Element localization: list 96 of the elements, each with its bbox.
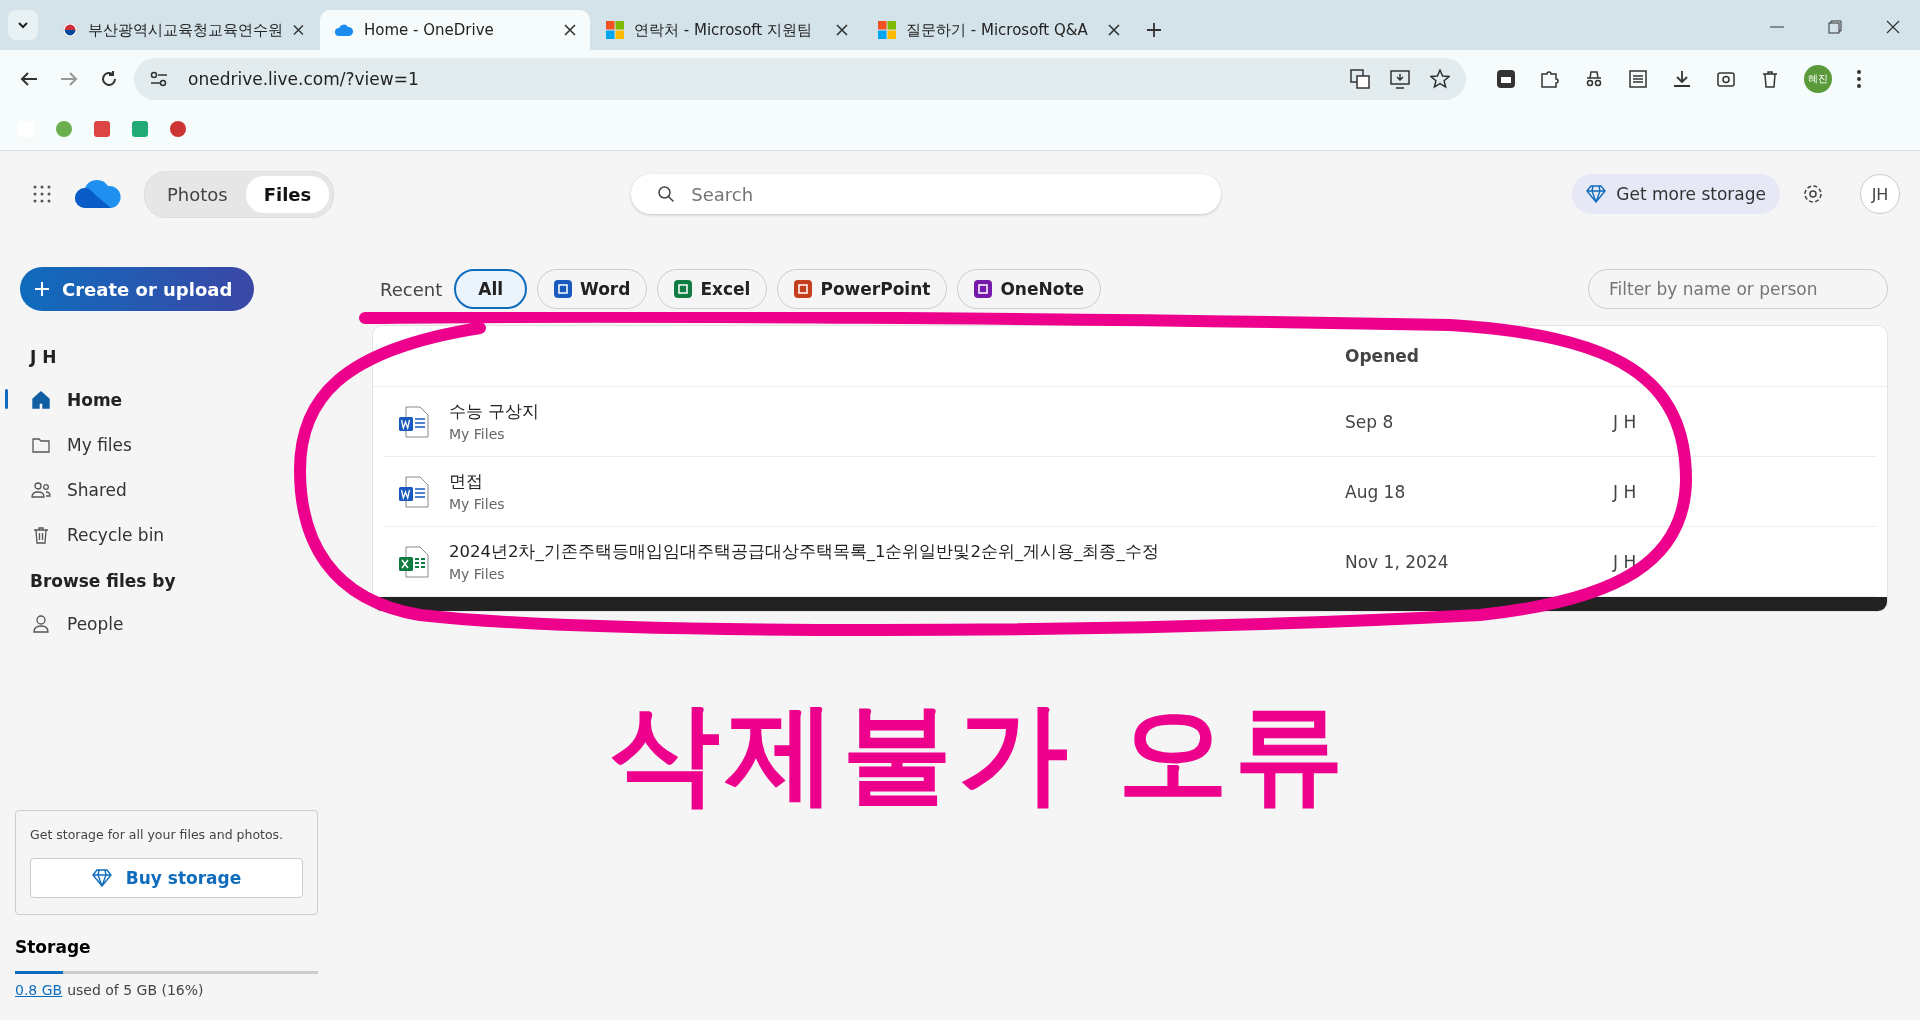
home-icon [31,389,51,410]
star-icon[interactable] [1430,69,1450,89]
tab-title: 부산광역시교육청교육연수원 [88,20,284,40]
create-or-upload-button[interactable]: Create or upload [20,267,255,311]
screenshot-icon[interactable] [1716,69,1736,89]
tab-title: 연락처 - Microsoft 지원팀 [634,20,813,40]
nav-item[interactable]: My files [15,422,318,467]
browser-tab[interactable]: 연락처 - Microsoft 지원팀 [592,10,862,50]
opened-date: Sep 8 [1345,411,1395,432]
file-name[interactable]: 2024년2차_기존주택등매입임대주택공급대상주택목록_1순위일반및2순위_게시용_최종_수정 [449,541,1159,563]
section-heading: J H [30,347,58,367]
opened-date: Aug 18 [1345,481,1407,502]
filter-chip[interactable]: Word [537,269,648,309]
file-location: My Files [449,566,505,582]
translate-icon[interactable] [1350,69,1370,89]
storage-heading: Storage [15,937,92,957]
recent-label: Recent [380,278,443,300]
install-icon[interactable] [1390,69,1410,89]
app-launcher-icon[interactable] [32,184,52,204]
tab-title: Home - OneDrive [364,21,495,39]
storage-usage-text: used of 5 GB (16%) [67,982,204,998]
nav-item[interactable]: Shared [15,467,318,512]
nav-item[interactable]: Recycle bin [15,512,318,557]
close-icon[interactable] [293,24,304,36]
user-avatar[interactable]: JH [1860,174,1900,214]
owner-name: J H [1613,481,1638,502]
trash-icon[interactable] [1760,69,1780,89]
people-icon [31,479,51,500]
file-name[interactable]: 수능 구상지 [449,401,540,423]
section-heading: Browse files by [30,571,177,591]
cloud-icon [334,23,354,37]
filter-chip[interactable]: Excel [657,269,768,309]
filter-chip[interactable]: OneNote [957,269,1102,309]
chevron-down-icon [17,19,29,31]
browser-tab[interactable]: 질문하기 - Microsoft Q&A [864,10,1134,50]
view-tab[interactable]: Files [245,175,330,213]
excel-app-icon [674,280,693,298]
powerpoint-app-icon [794,280,813,298]
filter-chip[interactable]: All [454,269,528,309]
tab-list-button[interactable] [8,10,38,40]
flag-icon [62,21,79,39]
search-icon [657,185,676,203]
tab-title: 질문하기 - Microsoft Q&A [906,20,1089,40]
filter-field[interactable]: Filter by name or person [1588,269,1888,309]
person-icon [31,613,51,634]
windows-logo-icon [606,21,624,39]
close-icon[interactable] [836,24,848,36]
storage-used-link[interactable]: 0.8 GB [15,982,63,998]
diamond-icon [1586,185,1607,203]
bookmark-icon[interactable] [56,121,72,137]
word-app-icon [554,280,573,298]
browser-tab[interactable]: Home - OneDrive [320,10,590,50]
word-document-icon [397,474,431,509]
nav-item[interactable]: People [15,601,318,646]
file-name[interactable]: 면접 [449,471,483,493]
owner-name: J H [1613,411,1638,432]
opened-date: Nov 1, 2024 [1345,551,1450,572]
diamond-icon [91,869,112,887]
trash-icon [31,524,51,545]
column-header[interactable]: Opened [1345,346,1595,366]
windows-logo-icon [878,21,896,39]
restore-icon[interactable] [1828,20,1842,34]
promo-text: Get storage for all your files and photos. [30,827,285,842]
plus-icon [34,281,50,297]
site-settings-icon [150,71,168,87]
search-field[interactable]: Search [631,174,1222,214]
onenote-app-icon [974,280,993,298]
settings-icon[interactable] [1802,183,1824,205]
file-location: My Files [449,496,505,512]
reload-icon[interactable] [100,70,118,88]
extension-icon[interactable] [1496,69,1516,89]
spreadsheet-icon [397,544,431,579]
filter-chip[interactable]: PowerPoint [777,269,948,309]
reading-list-icon[interactable] [1628,69,1648,89]
incognito-icon[interactable] [1584,69,1604,89]
file-row[interactable]: 면접 My Files Aug 18 J H [383,457,1877,527]
download-icon[interactable] [1672,69,1692,89]
address-field[interactable]: onedrive.live.com/?view=1 [134,58,1466,100]
file-row[interactable]: 수능 구상지 My Files Sep 8 J H [383,387,1877,457]
close-icon[interactable] [1886,20,1900,34]
buy-storage-button[interactable]: Buy storage [30,858,303,898]
browser-tab[interactable]: 부산광역시교육청교육연수원 [48,10,318,50]
puzzle-icon[interactable] [1540,69,1560,89]
word-document-icon [397,404,431,439]
view-tab[interactable]: Photos [149,175,246,213]
forward-icon[interactable] [60,71,78,87]
get-more-storage-button[interactable]: Get more storage [1572,174,1780,214]
handwritten-note: 삭제불가 오류 [610,688,1351,819]
bookmark-icon[interactable] [170,121,186,137]
menu-icon[interactable] [1856,69,1862,89]
cloud-logo-icon [74,179,122,209]
file-location: My Files [449,426,505,442]
new-tab-icon[interactable] [1146,22,1162,38]
back-icon[interactable] [20,71,38,87]
close-icon[interactable] [1108,24,1120,36]
close-icon[interactable] [564,24,576,36]
